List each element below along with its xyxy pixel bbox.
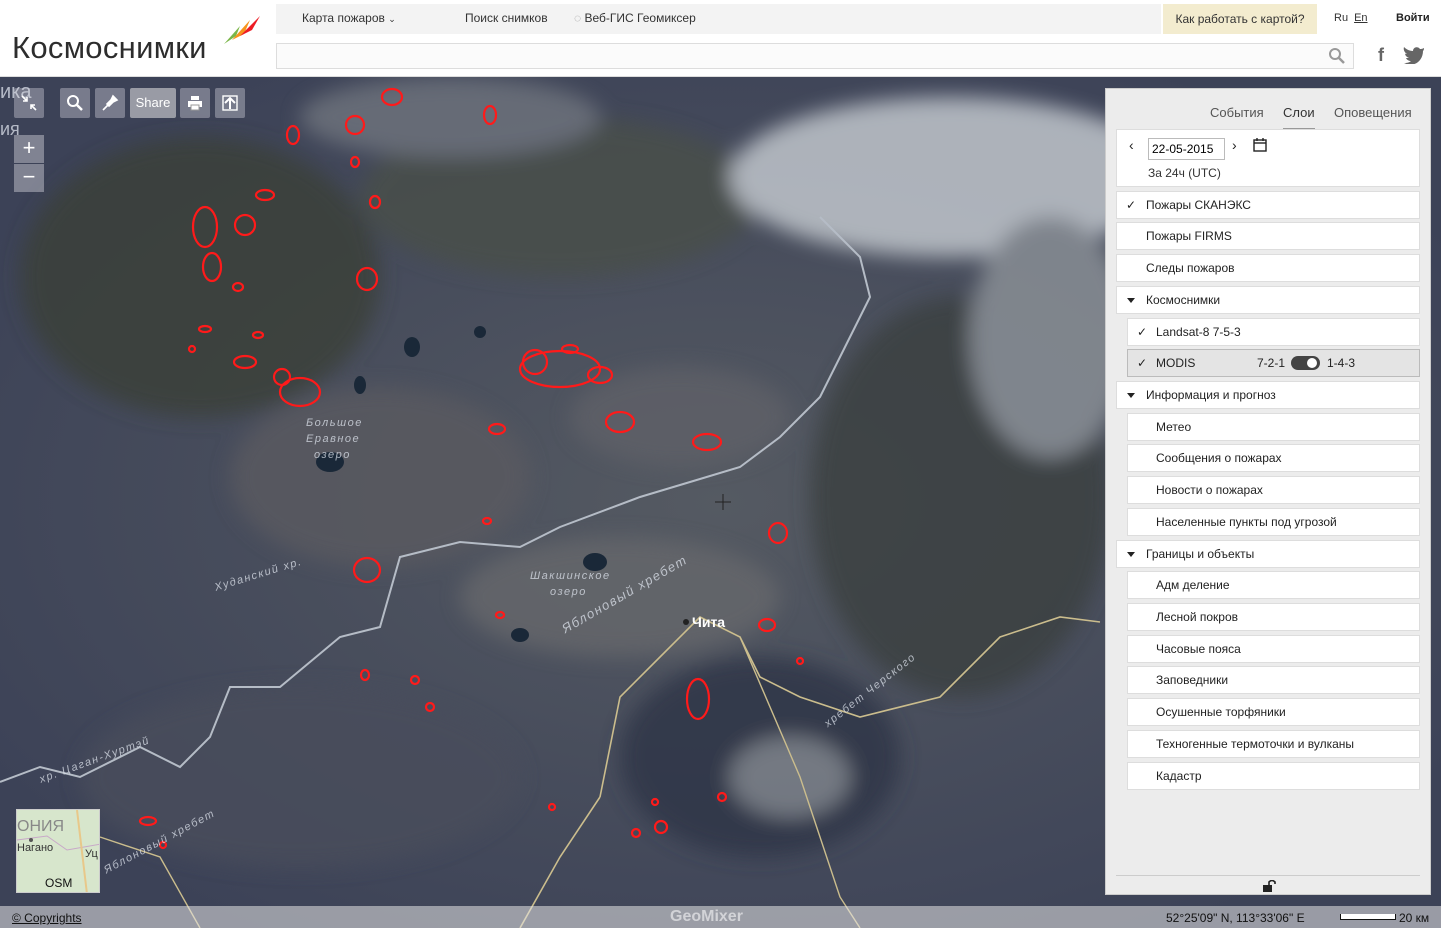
modis-option-a[interactable]: 7-2-1: [1257, 350, 1285, 377]
lake-label: озеро: [314, 449, 351, 461]
calendar-icon[interactable]: [1253, 138, 1267, 152]
layers-panel: События Слои Оповещения ‹ › За 24ч (UTC)…: [1105, 88, 1431, 895]
tab-layers[interactable]: Слои: [1283, 105, 1315, 130]
search-input[interactable]: [276, 43, 1354, 69]
minimap[interactable]: ОНИЯ Нагано Уц OSM: [16, 809, 100, 893]
lake-label: Большое: [306, 417, 363, 429]
group-kosmosnimki[interactable]: Космоснимки: [1116, 286, 1420, 314]
geomixer-icon: ◌: [574, 11, 582, 25]
check-icon: ✓: [1126, 198, 1137, 212]
scale-bar: [1340, 914, 1396, 920]
chevron-left-icon[interactable]: ‹: [1129, 137, 1134, 153]
chevron-right-icon[interactable]: ›: [1232, 137, 1237, 153]
layer-forest[interactable]: Лесной покров: [1127, 603, 1420, 631]
layer-thermal[interactable]: Техногенные термоточки и вулканы: [1127, 730, 1420, 758]
header: Космоснимки Карта пожаров ⌄ Поиск снимко…: [0, 0, 1441, 77]
copyright-link[interactable]: © Copyrights: [12, 911, 82, 925]
howto-link[interactable]: Как работать с картой?: [1163, 4, 1317, 34]
share-button[interactable]: Share: [130, 88, 176, 118]
unlock-icon[interactable]: [1262, 880, 1276, 892]
search-icon[interactable]: [1328, 47, 1346, 65]
caret-down-icon: [1127, 393, 1135, 398]
zoom-box-button[interactable]: [60, 88, 90, 118]
caret-down-icon: [1127, 552, 1135, 557]
group-borders[interactable]: Границы и объекты: [1116, 540, 1420, 568]
layer-adm[interactable]: Адм деление: [1127, 571, 1420, 599]
layer-fires-scanex[interactable]: ✓ Пожары СКАНЭКС: [1116, 191, 1420, 219]
layer-cadastre[interactable]: Кадастр: [1127, 762, 1420, 790]
zoom-out-button[interactable]: −: [14, 164, 44, 192]
layer-timezones[interactable]: Часовые пояса: [1127, 635, 1420, 663]
minimap-label: ОНИЯ: [17, 818, 65, 835]
period-label: За 24ч (UTC): [1148, 166, 1221, 180]
print-icon: [188, 96, 202, 111]
layer-fire-traces[interactable]: Следы пожаров: [1116, 254, 1420, 282]
logo-mark-icon: [224, 16, 260, 44]
top-nav: Карта пожаров ⌄ Поиск снимков ◌ Веб-ГИС …: [276, 4, 1161, 34]
lang-en[interactable]: En: [1354, 12, 1367, 24]
nav-image-search[interactable]: Поиск снимков: [465, 11, 548, 25]
collapse-icon: [21, 95, 37, 111]
check-icon: ✓: [1137, 356, 1148, 370]
scale-label: 20 км: [1399, 911, 1430, 925]
lake-label: озеро: [550, 586, 587, 598]
lake-label: Шакшинское: [530, 570, 611, 582]
geomixer-logo: GeoMixer: [670, 908, 743, 925]
pin-button[interactable]: [95, 88, 125, 118]
map-footer: © Copyrights GeoMixer 52°25'09" N, 113°3…: [0, 906, 1441, 928]
language-switcher: Ru En: [1334, 12, 1374, 24]
minimap-label: Нагано: [17, 842, 54, 854]
group-info[interactable]: Информация и прогноз: [1116, 381, 1420, 409]
nav-fire-map[interactable]: Карта пожаров ⌄: [302, 11, 396, 25]
print-button[interactable]: [180, 88, 210, 118]
chevron-down-icon: ⌄: [388, 14, 396, 24]
coordinates-readout[interactable]: 52°25'09" N, 113°33'06" E: [1166, 911, 1305, 925]
date-picker: ‹ › За 24ч (UTC): [1116, 129, 1420, 187]
layer-meteo[interactable]: Метео: [1127, 413, 1420, 441]
layer-fire-news[interactable]: Новости о пожарах: [1127, 476, 1420, 504]
layer-peat[interactable]: Осушенные торфяники: [1127, 698, 1420, 726]
modis-toggle[interactable]: [1291, 356, 1320, 370]
upload-button[interactable]: [215, 88, 245, 118]
fullscreen-button[interactable]: [14, 88, 44, 118]
search-icon: [67, 95, 83, 111]
caret-down-icon: [1127, 298, 1135, 303]
lang-ru[interactable]: Ru: [1334, 12, 1348, 24]
login-button[interactable]: Войти: [1396, 12, 1430, 24]
facebook-icon[interactable]: f: [1378, 45, 1384, 66]
layer-modis[interactable]: ✓ MODIS 7-2-1 1-4-3: [1127, 349, 1420, 377]
upload-icon: [222, 95, 238, 111]
modis-option-b[interactable]: 1-4-3: [1327, 350, 1355, 377]
pin-icon: [102, 94, 119, 111]
minimap-label: Уц: [85, 848, 98, 860]
panel-divider: [1116, 875, 1420, 876]
layer-settlements[interactable]: Населенные пункты под угрозой: [1127, 508, 1420, 536]
zoom-in-button[interactable]: +: [14, 135, 44, 163]
layer-fires-firms[interactable]: Пожары FIRMS: [1116, 222, 1420, 250]
layer-landsat[interactable]: ✓ Landsat-8 7-5-3: [1127, 318, 1420, 346]
twitter-icon[interactable]: [1403, 46, 1425, 64]
tab-alerts[interactable]: Оповещения: [1334, 105, 1412, 120]
lake-label: Еравное: [306, 433, 361, 445]
nav-geomixer[interactable]: ◌ Веб-ГИС Геомиксер: [574, 11, 696, 25]
check-icon: ✓: [1137, 325, 1148, 339]
date-input[interactable]: [1148, 138, 1225, 160]
city-label: Чита: [692, 614, 726, 630]
tab-events[interactable]: События: [1210, 105, 1264, 120]
minimap-osm-label: OSM: [45, 876, 73, 890]
logo[interactable]: Космоснимки: [12, 30, 207, 66]
layer-fire-reports[interactable]: Сообщения о пожарах: [1127, 444, 1420, 472]
map-view[interactable]: ика ия Большое Еравное озеро Шакшинское …: [0, 77, 1441, 928]
layer-reserves[interactable]: Заповедники: [1127, 666, 1420, 694]
